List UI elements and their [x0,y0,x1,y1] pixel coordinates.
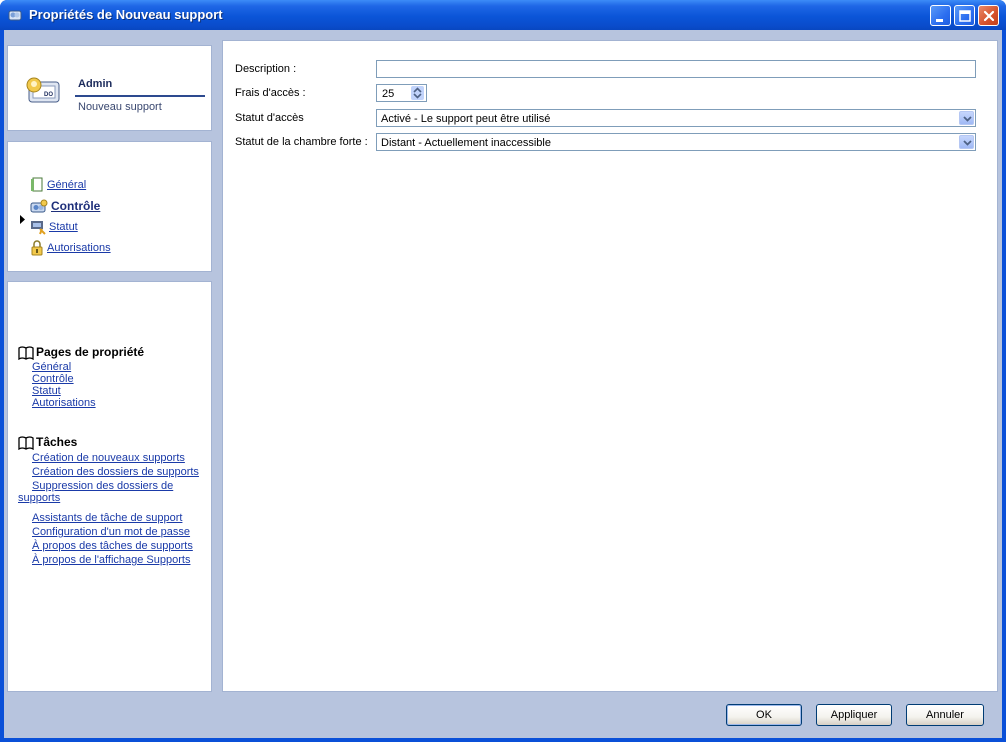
help-link-task[interactable]: Création de nouveaux supports [32,452,210,464]
maximize-button[interactable] [954,5,975,26]
nav-item-label: Général [47,179,87,191]
dialog-client-area: DO Admin Nouveau support Général Contrôl… [4,30,1002,738]
access-fee-spinner[interactable]: 25 [376,84,427,102]
property-pages-heading: Pages de propriété [18,345,144,360]
lock-icon [31,240,43,256]
access-status-label: Statut d'accès [235,112,304,124]
nav-item-general[interactable]: Général [30,176,86,194]
help-link-task[interactable]: À propos des tâches de supports [32,540,210,552]
dropdown-button[interactable] [959,111,974,125]
nav-item-label: Statut [49,221,78,233]
current-page-arrow-icon [20,215,25,224]
chevron-down-icon [963,116,972,122]
book-icon [18,346,34,360]
properties-app-icon [8,10,22,21]
access-status-select[interactable]: Activé - Le support peut être utilisé [376,109,976,127]
help-link-task[interactable]: Création des dossiers de supports [32,466,210,478]
access-fee-value: 25 [382,88,395,100]
help-link-statut[interactable]: Statut [32,385,210,397]
nav-item-statut[interactable]: Statut [30,218,78,236]
maximize-icon [959,10,971,22]
vault-status-label: Statut de la chambre forte : [235,136,368,148]
minimize-button[interactable] [930,5,951,26]
access-fee-label: Frais d'accès : [235,87,306,99]
cancel-button[interactable]: Annuler [906,704,984,726]
control-media-icon [30,199,48,213]
property-content-area: Description : Frais d'accès : 25 Statut … [222,40,998,692]
help-link-task[interactable]: Configuration d'un mot de passe [32,526,210,538]
user-subtitle: Nouveau support [78,101,162,113]
access-status-value: Activé - Le support peut être utilisé [381,113,551,125]
help-link-controle[interactable]: Contrôle [32,373,210,385]
user-name: Admin [78,78,113,90]
status-icon [31,221,46,235]
nav-item-label: Contrôle [51,199,101,213]
navigation-panel: Général Contrôle Statut Autorisations [7,141,212,272]
minimize-icon [936,19,943,22]
admin-user-icon: DO [26,77,60,103]
help-link-task[interactable]: Suppression des dossiers de supports [18,480,198,504]
window-title: Propriétés de Nouveau support [29,7,223,22]
document-icon [31,177,43,192]
help-panel: Pages de propriété Général Contrôle Stat… [7,281,212,692]
spinner-arrows-icon[interactable] [411,86,424,100]
nav-item-label: Autorisations [47,242,111,254]
help-link-autorisations[interactable]: Autorisations [32,397,210,409]
help-link-task[interactable]: À propos de l'affichage Supports [32,554,210,566]
close-icon [983,10,995,22]
ok-button[interactable]: OK [726,704,802,726]
user-panel: DO Admin Nouveau support [7,45,212,131]
nav-item-autorisations[interactable]: Autorisations [30,239,111,257]
properties-window: Propriétés de Nouveau support DO Admin N… [0,0,1006,742]
close-button[interactable] [978,5,999,26]
tasks-heading: Tâches [18,435,77,450]
chevron-down-icon [963,140,972,146]
description-input[interactable] [376,60,976,78]
description-label: Description : [235,63,297,75]
dropdown-button[interactable] [959,135,974,149]
tasks-title: Tâches [36,435,78,449]
user-underline-divider [75,95,205,97]
vault-status-select[interactable]: Distant - Actuellement inaccessible [376,133,976,151]
book-icon [18,436,34,450]
property-pages-title: Pages de propriété [36,345,145,359]
help-link-general[interactable]: Général [32,361,210,373]
nav-item-controle[interactable]: Contrôle [30,197,100,215]
svg-text:DO: DO [44,92,53,98]
help-link-task[interactable]: Assistants de tâche de support [32,512,210,524]
title-bar[interactable]: Propriétés de Nouveau support [0,0,1006,30]
apply-button[interactable]: Appliquer [816,704,892,726]
vault-status-value: Distant - Actuellement inaccessible [381,137,551,149]
